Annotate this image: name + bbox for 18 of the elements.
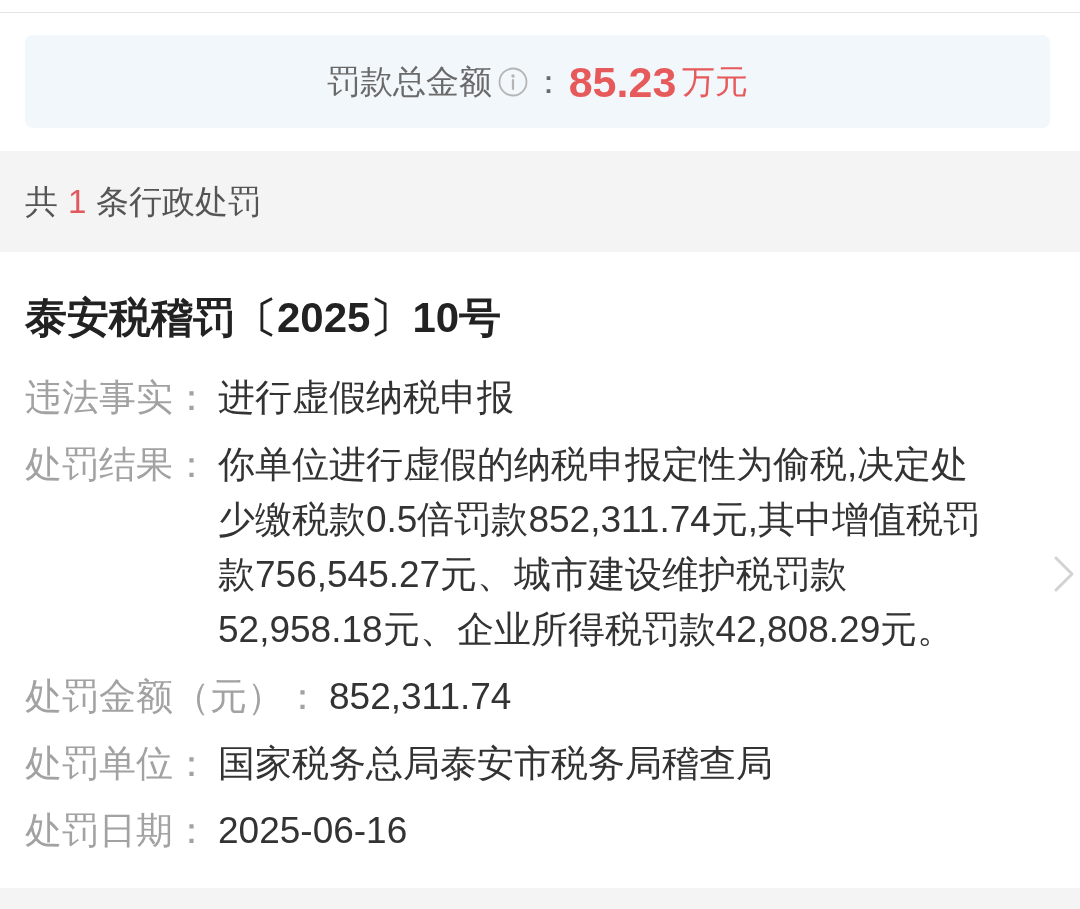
separator-text: ： bbox=[531, 61, 565, 102]
field-value: 进行虚假纳税申报 bbox=[218, 376, 515, 420]
field-value: 852,311.74 bbox=[329, 675, 513, 719]
amount-unit: 万元 bbox=[682, 61, 749, 102]
field-label: 处罚结果： bbox=[25, 443, 210, 487]
document-number-title: 泰安税稽罚〔2025〕10号 bbox=[25, 293, 503, 343]
field-value: 国家税务总局泰安市税务局稽查局 bbox=[218, 742, 774, 786]
field-label: 违法事实： bbox=[25, 376, 210, 420]
chevron-right-icon bbox=[1053, 555, 1075, 593]
field-label: 处罚日期： bbox=[25, 809, 210, 853]
field-label: 处罚单位： bbox=[25, 742, 210, 786]
total-fine-label: 罚款总金额 bbox=[326, 61, 492, 102]
field-value: 2025-06-16 bbox=[218, 809, 409, 853]
total-fine-amount: 85.23 bbox=[568, 56, 677, 107]
field-value: 你单位进行虚假的纳税申报定性为偷税,决定处少缴税款0.5倍罚款852,311.74元,其中增值税罚款756,545.27元、城市建设维护税罚款52,958.18元、企业所得税罚款42,808.29元。 bbox=[218, 443, 982, 652]
record-count-text: 共 1 条行政处罚 bbox=[25, 181, 262, 222]
info-icon[interactable] bbox=[497, 66, 528, 97]
field-label: 处罚金额（元）： bbox=[25, 675, 321, 719]
